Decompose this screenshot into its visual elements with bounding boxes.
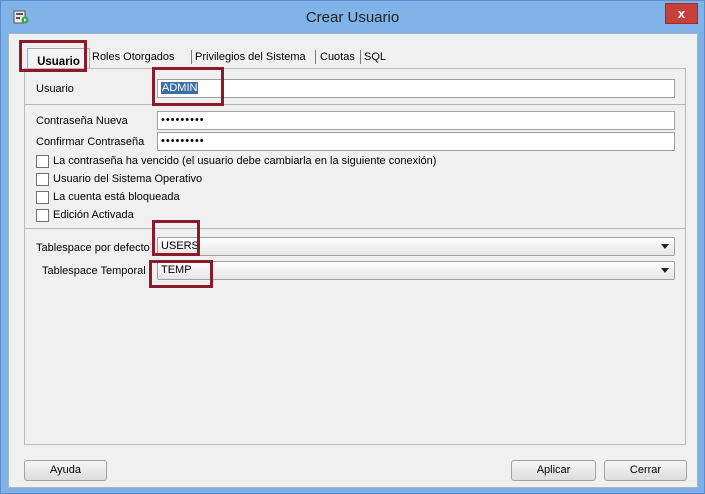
apply-button[interactable]: Aplicar: [511, 460, 596, 481]
title-bar: Crear Usuario x: [1, 1, 704, 33]
checkbox-label: La cuenta está bloqueada: [53, 191, 180, 203]
checkbox-box[interactable]: [36, 191, 49, 204]
chevron-down-icon: [661, 268, 669, 273]
crear-usuario-window: Crear Usuario x Usuario Roles Otorgados …: [0, 0, 705, 494]
divider: [25, 104, 685, 105]
usuario-tab-panel: Usuario ADMIN Contraseña Nueva •••••••••…: [24, 68, 686, 445]
tablespace-default-value: USERS: [161, 240, 199, 252]
help-button[interactable]: Ayuda: [24, 460, 107, 481]
password-input[interactable]: •••••••••: [157, 111, 675, 130]
confirm-password-label: Confirmar Contraseña: [36, 136, 145, 148]
tab-separator: [360, 50, 361, 64]
checkbox-label: Edición Activada: [53, 209, 134, 221]
tablespace-temp-value: TEMP: [161, 264, 192, 276]
tab-sql[interactable]: SQL: [364, 48, 386, 66]
tablespace-temp-label: Tablespace Temporal: [42, 265, 146, 277]
close-button[interactable]: Cerrar: [604, 460, 687, 481]
password-label: Contraseña Nueva: [36, 115, 128, 127]
usuario-value: ADMIN: [161, 82, 199, 94]
tab-separator: [191, 50, 192, 64]
tab-privilegios-del-sistema[interactable]: Privilegios del Sistema: [195, 48, 306, 66]
tab-label: Usuario: [37, 56, 80, 68]
chevron-down-icon: [661, 244, 669, 249]
window-title: Crear Usuario: [305, 9, 400, 26]
tablespace-default-select[interactable]: USERS: [157, 237, 675, 256]
tablespace-temp-select[interactable]: TEMP: [157, 261, 675, 280]
usuario-input[interactable]: ADMIN: [157, 79, 675, 98]
tab-roles-otorgados[interactable]: Roles Otorgados: [92, 48, 175, 66]
divider: [25, 228, 685, 229]
usuario-label: Usuario: [36, 83, 74, 95]
checkbox-box[interactable]: [36, 155, 49, 168]
tablespace-default-label: Tablespace por defecto: [36, 242, 150, 254]
window-close-button[interactable]: x: [665, 3, 698, 24]
checkbox-box[interactable]: [36, 209, 49, 222]
confirm-password-input[interactable]: •••••••••: [157, 132, 675, 151]
close-icon: x: [677, 6, 686, 21]
dialog-body: Usuario Roles Otorgados Privilegios del …: [8, 33, 698, 488]
checkbox-label: La contraseña ha vencido (el usuario deb…: [53, 155, 437, 167]
checkbox-box[interactable]: [36, 173, 49, 186]
tab-cuotas[interactable]: Cuotas: [320, 48, 355, 66]
checkbox-label: Usuario del Sistema Operativo: [53, 173, 203, 185]
tab-separator: [315, 50, 316, 64]
